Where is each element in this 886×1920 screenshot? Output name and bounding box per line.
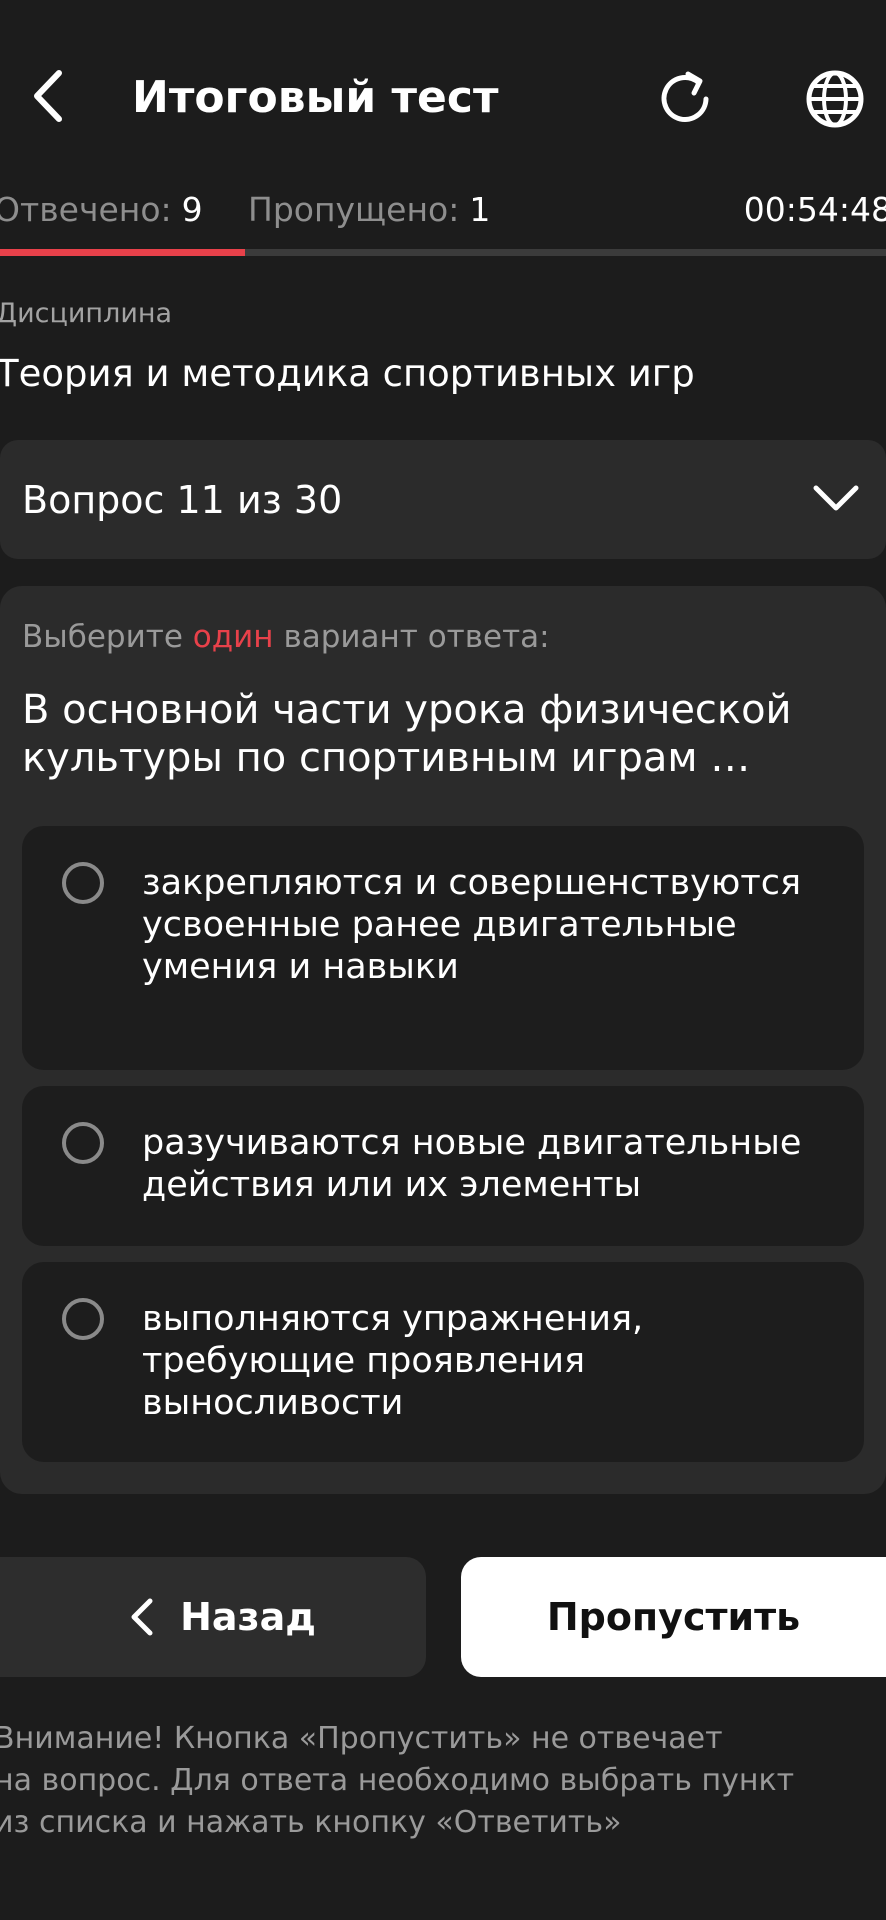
progress-bar [0, 249, 886, 256]
refresh-button[interactable] [650, 64, 720, 134]
language-button[interactable] [800, 64, 870, 134]
answer-option[interactable]: выполняются упражнения, требующие проявл… [22, 1262, 864, 1462]
instruction-suffix: вариант ответа: [283, 619, 550, 655]
discipline-label: Дисциплина [0, 298, 173, 329]
answer-option[interactable]: закрепляются и совершенствуются усвоенны… [22, 826, 864, 1070]
question-text: В основной части урока физической культу… [22, 687, 792, 781]
chevron-left-icon [34, 70, 62, 122]
skipped-value: 1 [469, 190, 491, 229]
radio-button[interactable] [62, 1298, 104, 1340]
question-selector-dropdown[interactable]: Вопрос 11 из 30 [0, 440, 886, 559]
skip-button[interactable]: Пропустить [461, 1557, 886, 1677]
refresh-icon [661, 71, 709, 122]
skip-button-label: Пропустить [546, 1595, 801, 1639]
progress-bar-fill [0, 249, 246, 256]
instruction-accent: один [192, 619, 274, 655]
answer-option-text: разучиваются новые двигательные действия… [142, 1123, 802, 1205]
question-card: Выберите один вариант ответа: В основной… [0, 586, 886, 1494]
skipped-label: Пропущено: [248, 190, 460, 229]
radio-button[interactable] [62, 1122, 104, 1164]
notice-line: из списка и нажать кнопку «Ответить» [0, 1805, 622, 1840]
answer-option-text: закрепляются и совершенствуются усвоенны… [142, 863, 802, 987]
notice-line: Внимание! Кнопка «Пропустить» не отвечае… [0, 1721, 723, 1756]
answered-label: Отвечено: [0, 190, 172, 229]
answered-counter: Отвечено: 9 [0, 188, 203, 232]
discipline-name: Теория и методика спортивных игр [0, 352, 695, 395]
instruction-prefix: Выберите [22, 619, 183, 655]
notice-line: на вопрос. Для ответа необходимо выбрать… [0, 1763, 795, 1798]
answer-option[interactable]: разучиваются новые двигательные действия… [22, 1086, 864, 1246]
back-button[interactable]: Назад [0, 1557, 426, 1677]
back-button-label: Назад [180, 1595, 316, 1639]
skipped-counter: Пропущено: 1 [248, 188, 490, 232]
back-nav-button[interactable] [24, 66, 72, 126]
answer-option-text: выполняются упражнения, требующие проявл… [142, 1299, 644, 1423]
globe-icon [806, 70, 864, 128]
skip-notice: Внимание! Кнопка «Пропустить» не отвечае… [0, 1718, 874, 1844]
answered-value: 9 [181, 190, 203, 229]
chevron-down-icon [808, 470, 864, 526]
answer-instruction: Выберите один вариант ответа: [22, 616, 550, 658]
timer: 00:54:48 [743, 190, 886, 229]
question-selector-label: Вопрос 11 из 30 [22, 478, 343, 522]
chevron-left-icon [131, 1598, 153, 1636]
radio-button[interactable] [62, 862, 104, 904]
page-title: Итоговый тест [132, 72, 499, 123]
